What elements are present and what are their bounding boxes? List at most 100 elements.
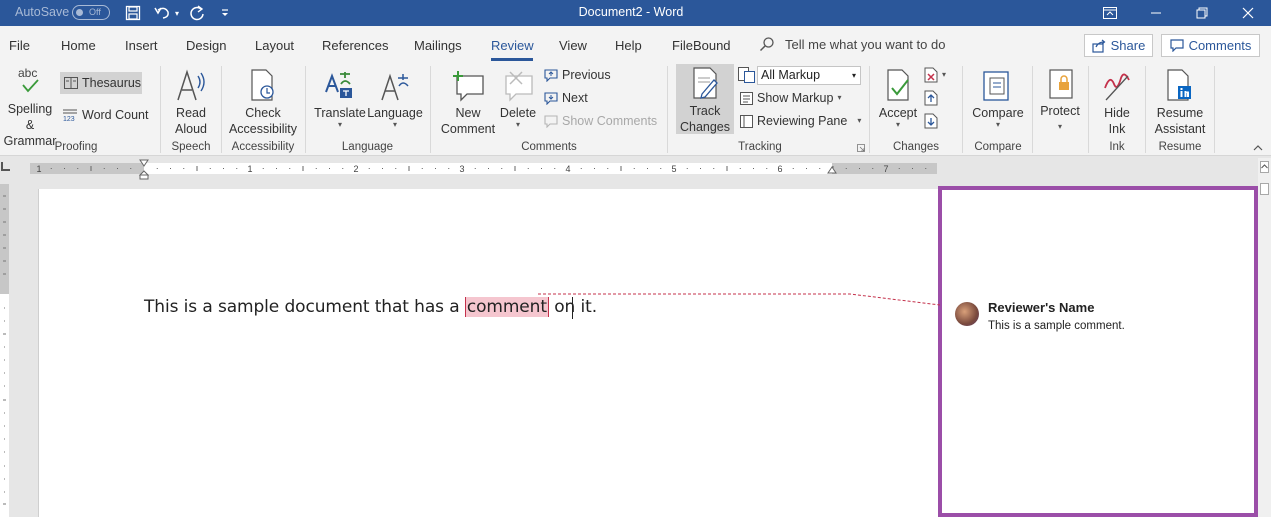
compare-button[interactable]: Compare ▾ <box>969 66 1027 129</box>
markup-area <box>938 186 1258 517</box>
new-comment-line2: Comment <box>440 122 496 136</box>
search-icon <box>759 36 775 52</box>
comments-button[interactable]: Comments <box>1161 34 1260 57</box>
hanging-indent-marker[interactable] <box>139 170 149 180</box>
tab-help[interactable]: Help <box>615 38 642 53</box>
show-markup-dropdown-icon: ▾ <box>837 93 842 102</box>
group-separator <box>221 66 222 153</box>
compare-icon <box>982 66 1014 102</box>
tab-selector-icon[interactable] <box>1 162 10 171</box>
maximize-icon[interactable] <box>1190 3 1214 23</box>
comment-icon <box>1169 39 1184 52</box>
group-compare: Compare <box>974 141 1022 153</box>
markup-select[interactable]: All Markup ▾ <box>757 66 861 85</box>
language-label: Language <box>367 106 423 120</box>
reviewing-pane-button[interactable]: Reviewing Pane ▾ <box>740 114 861 128</box>
thesaurus-button[interactable]: Thesaurus <box>60 72 142 94</box>
new-comment-icon <box>451 66 485 102</box>
ruler-number: 1 <box>247 164 252 174</box>
read-aloud-button[interactable]: Read Aloud <box>168 66 214 137</box>
tab-layout[interactable]: Layout <box>255 38 294 53</box>
read-aloud-line1: Read <box>176 106 206 120</box>
accept-button[interactable]: Accept ▾ <box>875 66 921 129</box>
translate-button[interactable]: Translate ▾ <box>312 66 368 129</box>
ribbon-tabs: File Home Insert Design Layout Reference… <box>0 26 1271 64</box>
vertical-ruler[interactable] <box>0 184 9 517</box>
group-ink: Ink <box>1109 141 1125 153</box>
track-changes-button[interactable]: Track Changes <box>676 64 734 134</box>
resume-assistant-button[interactable]: Resume Assistant <box>1150 66 1210 137</box>
next-comment-button[interactable]: Next <box>544 91 588 105</box>
check-accessibility-line2: Accessibility <box>228 122 298 136</box>
tab-mailings[interactable]: Mailings <box>414 38 462 53</box>
display-for-review-icon <box>738 67 755 83</box>
protect-button[interactable]: Protect ▾ <box>1037 64 1083 131</box>
vertical-scrollbar[interactable] <box>1258 158 1271 517</box>
commented-word[interactable]: comment <box>464 297 549 317</box>
first-line-indent-marker[interactable] <box>139 159 149 167</box>
check-accessibility-line1: Check <box>245 106 281 120</box>
ruler-number: 5 <box>671 164 676 174</box>
show-comments-icon <box>544 114 558 128</box>
document-paragraph[interactable]: This is a sample document that has a com… <box>144 297 597 317</box>
reject-button[interactable]: ▾ <box>924 67 946 83</box>
next-change-icon[interactable] <box>924 113 938 129</box>
tab-insert[interactable]: Insert <box>125 38 158 53</box>
tracking-dialog-launcher-icon[interactable] <box>857 144 865 152</box>
hide-ink-line1: Hide <box>1104 106 1130 120</box>
title-bar: AutoSave Off ▾ Document2 - Word <box>0 0 1271 26</box>
ruler-number: 2 <box>353 164 358 174</box>
word-count-button[interactable]: 123 Word Count <box>62 108 148 122</box>
avatar[interactable] <box>955 302 979 326</box>
show-comments-label: Show Comments <box>562 114 658 128</box>
resume-assistant-line1: Resume <box>1156 106 1204 120</box>
group-changes: Changes <box>892 141 940 153</box>
active-tab-indicator <box>491 58 533 61</box>
hide-ink-button[interactable]: Hide Ink <box>1094 66 1140 137</box>
comment-body[interactable]: This is a sample comment. <box>988 320 1125 332</box>
minimize-icon[interactable] <box>1144 3 1168 23</box>
right-indent-marker[interactable] <box>827 166 837 174</box>
previous-change-icon[interactable] <box>924 90 938 106</box>
tab-view[interactable]: View <box>559 38 587 53</box>
scroll-thumb[interactable] <box>1260 183 1269 195</box>
close-icon[interactable] <box>1236 3 1260 23</box>
comment-author: Reviewer's Name <box>988 300 1095 315</box>
ruler-number: 1 <box>36 164 41 174</box>
check-accessibility-button[interactable]: Check Accessibility <box>226 66 300 137</box>
tell-me-label: Tell me what you want to do <box>785 36 946 52</box>
markup-select-value: All Markup <box>761 68 821 82</box>
spelling-grammar-button[interactable]: abc Spelling & Grammar <box>2 66 58 149</box>
language-dropdown-icon: ▾ <box>392 120 397 129</box>
group-language: Language <box>341 141 394 153</box>
tab-references[interactable]: References <box>322 38 388 53</box>
tab-home[interactable]: Home <box>61 38 96 53</box>
collapse-ribbon-icon[interactable] <box>1253 144 1263 151</box>
new-comment-button[interactable]: New Comment <box>437 66 499 137</box>
language-button[interactable]: Language ▾ <box>367 66 423 129</box>
tell-me-box[interactable]: Tell me what you want to do <box>759 36 945 52</box>
scroll-up-button[interactable] <box>1260 161 1269 173</box>
ruler-number: 7 <box>883 164 888 174</box>
resume-assistant-line2: Assistant <box>1154 122 1206 136</box>
document-title: Document2 - Word <box>578 5 684 19</box>
previous-comment-button[interactable]: Previous <box>544 68 611 82</box>
horizontal-ruler[interactable]: 1 1 2 3 4 5 6 7 <box>30 163 937 174</box>
accept-label: Accept <box>878 106 918 120</box>
previous-icon <box>544 68 558 82</box>
delete-comment-icon <box>502 66 534 102</box>
document-page[interactable] <box>38 189 948 517</box>
group-separator <box>1088 66 1089 153</box>
group-separator <box>160 66 161 153</box>
tab-design[interactable]: Design <box>186 38 226 53</box>
delete-comment-button[interactable]: Delete ▾ <box>497 66 539 129</box>
review-ribbon: abc Spelling & Grammar Thesaurus 123 Wor… <box>0 64 1271 156</box>
ribbon-display-icon[interactable] <box>1098 3 1122 23</box>
share-button[interactable]: Share <box>1084 34 1153 57</box>
tab-file[interactable]: File <box>9 38 30 53</box>
reviewing-pane-label: Reviewing Pane <box>757 114 848 128</box>
tab-filebound[interactable]: FileBound <box>672 38 731 53</box>
show-markup-button[interactable]: Show Markup ▾ <box>740 91 841 105</box>
show-comments-button[interactable]: Show Comments <box>544 114 657 128</box>
tab-review[interactable]: Review <box>491 38 534 53</box>
